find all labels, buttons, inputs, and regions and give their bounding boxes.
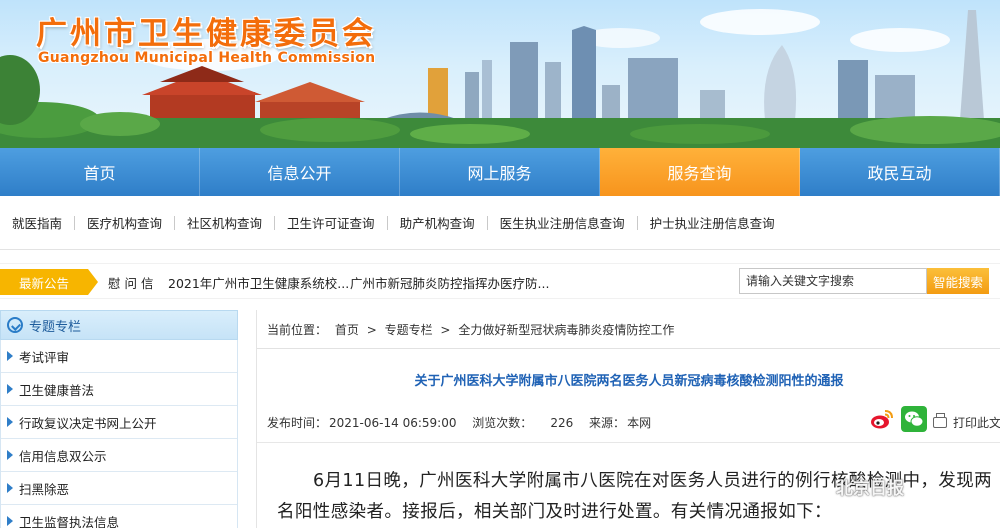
sidebar-item-supervision-info[interactable]: 卫生监督执法信息 xyxy=(1,505,237,528)
weibo-share-icon[interactable] xyxy=(869,406,895,432)
breadcrumb: 当前位置： 首页 > 专题专栏 > 全力做好新型冠状病毒肺炎疫情防控工作 xyxy=(267,321,678,338)
latest-notice-tag: 最新公告 xyxy=(0,269,98,295)
source-label: 来源： xyxy=(589,416,626,430)
nav-info-disclosure[interactable]: 信息公开 xyxy=(200,148,400,196)
breadcrumb-current[interactable]: 全力做好新型冠状病毒肺炎疫情防控工作 xyxy=(458,323,674,337)
sidebar-item-exam-review[interactable]: 考试评审 xyxy=(1,340,237,373)
breadcrumb-separator: > xyxy=(440,323,451,337)
sidebar-heading: 专题专栏 xyxy=(0,310,238,340)
triangle-right-icon xyxy=(7,417,13,427)
article-source: 本网 xyxy=(627,416,652,430)
sidebar-item-anti-crime[interactable]: 扫黑除恶 xyxy=(1,472,237,505)
print-label: 打印此文 xyxy=(953,416,1000,430)
sidebar-item-label: 行政复议决定书网上公开 xyxy=(19,415,157,431)
divider xyxy=(257,442,1000,443)
sidebar-list: 考试评审 卫生健康普法 行政复议决定书网上公开 信用信息双公示 扫黑除恶 卫生监… xyxy=(0,340,238,528)
print-article-button[interactable]: 打印此文 xyxy=(933,413,1000,431)
sidebar: 专题专栏 考试评审 卫生健康普法 行政复议决定书网上公开 信用信息双公示 扫黑除… xyxy=(0,310,238,528)
subnav-midwifery-institution-query[interactable]: 助产机构查询 xyxy=(388,213,487,232)
publish-time: 2021-06-14 06:59:00 xyxy=(329,416,457,430)
sidebar-item-health-law[interactable]: 卫生健康普法 xyxy=(1,373,237,406)
breadcrumb-home[interactable]: 首页 xyxy=(335,323,359,337)
divider xyxy=(257,348,1000,349)
printer-icon xyxy=(933,413,947,428)
nav-service-query[interactable]: 服务查询 xyxy=(600,148,800,196)
sidebar-item-credit-info[interactable]: 信用信息双公示 xyxy=(1,439,237,472)
article-meta: 发布时间： 2021-06-14 06:59:00 浏览次数： 226 来源： 本网 xyxy=(267,414,663,431)
publish-label: 发布时间： xyxy=(267,416,328,430)
nav-home[interactable]: 首页 xyxy=(0,148,200,196)
view-count: 226 xyxy=(550,416,574,430)
sub-navigation: 就医指南 医疗机构查询 社区机构查询 卫生许可证查询 助产机构查询 医生执业注册… xyxy=(0,196,1000,250)
notice-item[interactable]: 广州市新冠肺炎防控指挥办医疗防... xyxy=(350,273,549,292)
sidebar-item-label: 卫生健康普法 xyxy=(19,382,95,398)
triangle-right-icon xyxy=(7,384,13,394)
notice-item[interactable]: 2021年广州市卫生健康系统校... xyxy=(168,273,349,292)
sidebar-item-label: 信用信息双公示 xyxy=(19,448,107,464)
article-title: 关于广州医科大学附属市八医院两名医务人员新冠病毒核酸检测阳性的通报 xyxy=(414,374,844,389)
notice-item[interactable]: 慰 问 信 xyxy=(108,273,153,292)
triangle-right-icon xyxy=(7,450,13,460)
triangle-right-icon xyxy=(7,483,13,493)
site-logo-subtitle: Guangzhou Municipal Health Commission xyxy=(38,50,376,66)
site-logo-title: 广州市卫生健康委员会 xyxy=(36,16,376,52)
main-navigation: 首页 信息公开 网上服务 服务查询 政民互动 xyxy=(0,148,1000,196)
subnav-doctor-registration-query[interactable]: 医生执业注册信息查询 xyxy=(488,213,637,232)
search-input[interactable] xyxy=(739,268,927,294)
check-circle-icon xyxy=(7,317,23,333)
sidebar-item-label: 考试评审 xyxy=(19,349,70,365)
nav-online-services[interactable]: 网上服务 xyxy=(400,148,600,196)
smart-search-button[interactable]: 智能搜索 xyxy=(927,268,989,294)
breadcrumb-separator: > xyxy=(366,323,377,337)
subnav-health-license-query[interactable]: 卫生许可证查询 xyxy=(275,213,387,232)
site-banner: 广州市卫生健康委员会 Guangzhou Municipal Health Co… xyxy=(0,0,1000,148)
subnav-medical-guide[interactable]: 就医指南 xyxy=(0,213,74,232)
breadcrumb-special-column[interactable]: 专题专栏 xyxy=(385,323,433,337)
breadcrumb-label: 当前位置： xyxy=(267,323,328,337)
subnav-nurse-registration-query[interactable]: 护士执业注册信息查询 xyxy=(638,213,787,232)
triangle-right-icon xyxy=(7,351,13,361)
watermark: 北京日报 xyxy=(836,479,904,499)
nav-public-interaction[interactable]: 政民互动 xyxy=(800,148,1000,196)
views-label: 浏览次数： xyxy=(472,416,533,430)
sidebar-item-label: 卫生监督执法信息 xyxy=(19,514,120,528)
wechat-share-icon[interactable] xyxy=(901,406,927,432)
sidebar-heading-label: 专题专栏 xyxy=(29,319,82,335)
sidebar-item-label: 扫黑除恶 xyxy=(19,481,70,497)
triangle-right-icon xyxy=(7,516,13,526)
subnav-medical-institution-query[interactable]: 医疗机构查询 xyxy=(75,213,174,232)
sidebar-item-administrative-review[interactable]: 行政复议决定书网上公开 xyxy=(1,406,237,439)
subnav-community-institution-query[interactable]: 社区机构查询 xyxy=(175,213,274,232)
